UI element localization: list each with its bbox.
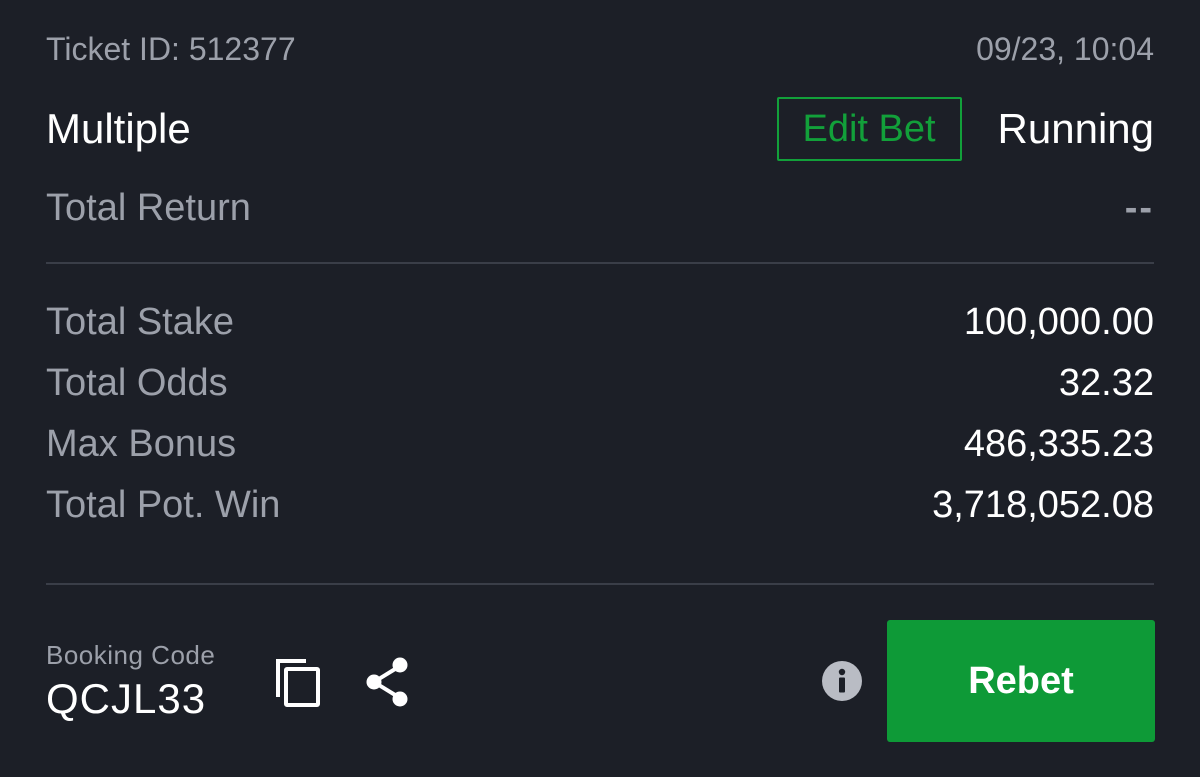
total-return-label: Total Return [46,186,251,229]
stat-row-total-pot-win: Total Pot. Win 3,718,052.08 [46,481,1154,529]
ticket-datetime: 09/23, 10:04 [976,30,1154,67]
stat-label: Total Pot. Win [46,483,281,526]
share-icon[interactable] [362,655,414,709]
stat-row-total-stake: Total Stake 100,000.00 [46,298,1154,346]
stat-row-total-odds: Total Odds 32.32 [46,359,1154,407]
ticket-id: Ticket ID: 512377 [46,30,296,67]
stat-value: 32.32 [1058,361,1154,404]
ticket-header: Multiple Edit Bet Running [46,94,1154,164]
stat-label: Total Odds [46,361,228,404]
divider [46,262,1154,264]
stat-value: 3,718,052.08 [932,483,1154,526]
stat-label: Total Stake [46,300,234,343]
booking-code-block: Booking Code QCJL33 [46,640,215,723]
info-icon[interactable] [821,660,863,702]
stat-label: Max Bonus [46,422,237,465]
bet-ticket-card: Ticket ID: 512377 09/23, 10:04 Multiple … [0,0,1200,777]
booking-code-label: Booking Code [46,640,216,670]
total-return-value: -- [1124,186,1154,229]
copy-icon[interactable] [272,655,324,709]
booking-code-value: QCJL33 [46,675,207,722]
bet-type: Multiple [46,105,191,152]
stat-row-max-bonus: Max Bonus 486,335.23 [46,420,1154,468]
stat-value: 100,000.00 [963,300,1154,343]
divider [46,583,1154,585]
stat-value: 486,335.23 [963,422,1154,465]
rebet-button[interactable]: Rebet [887,620,1155,742]
status-label: Running [997,105,1154,152]
total-return-row: Total Return -- [46,184,1154,232]
header-actions: Edit Bet Running [776,97,1154,161]
edit-bet-button[interactable]: Edit Bet [776,97,962,161]
ticket-meta: Ticket ID: 512377 09/23, 10:04 [46,28,1154,70]
